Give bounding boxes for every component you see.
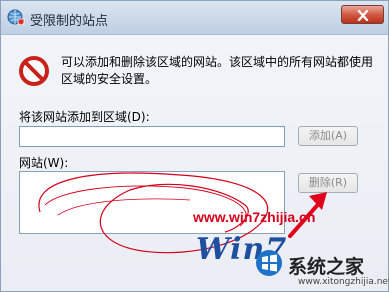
site-url-input[interactable]	[19, 126, 285, 147]
watermark-brand: 系统之家	[288, 256, 365, 278]
remove-button[interactable]: 删除(R)	[298, 173, 358, 193]
add-site-label: 将该网站添加到区域(D):	[19, 110, 150, 124]
sites-label: 网站(W):	[19, 156, 69, 170]
no-entry-icon	[19, 56, 49, 86]
watermark-domain: www.xitongzhijia.net	[298, 277, 389, 287]
info-message: 可以添加和删除该区域的网站。该区域中的所有网站都使用区域的安全设置。	[61, 55, 374, 86]
restricted-sites-dialog: 受限制的站点 可以添加和删除该区域的网站。该区域中的所有网站都使用区域的安全设置…	[0, 0, 389, 292]
globe-shield-icon	[7, 9, 25, 27]
title-bar: 受限制的站点	[1, 1, 388, 35]
watermark-logo-icon	[254, 248, 284, 278]
close-button[interactable]	[341, 5, 384, 24]
window-title: 受限制的站点	[30, 14, 109, 29]
close-icon	[357, 10, 369, 21]
add-button[interactable]: 添加(A)	[298, 126, 358, 146]
watermark-url: www.win7zhijia.cn	[193, 209, 316, 225]
